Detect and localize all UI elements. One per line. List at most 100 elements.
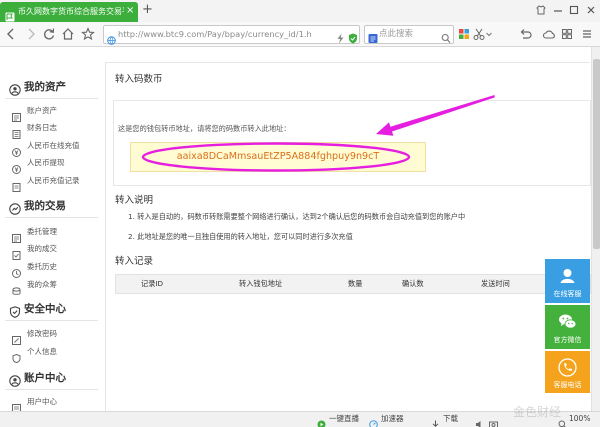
sidebar-item-label: 账户资产 [27, 106, 57, 115]
sidebar-item-label: 财务日志 [27, 123, 57, 132]
deposit-title: 转入码数币 [115, 74, 163, 85]
sidebar-item-personal-info[interactable]: 个人信息 [10, 344, 100, 364]
sidebar-item-label: 我的成交 [27, 244, 57, 253]
download-icon[interactable] [431, 414, 440, 427]
password-icon [12, 330, 21, 345]
accelerator-icon[interactable] [369, 414, 378, 427]
screenshot-icon[interactable] [489, 414, 498, 427]
sidebar-item-order-history[interactable]: 委托历史 [10, 259, 100, 278]
home-icon[interactable] [61, 26, 75, 42]
sidebar-item-label: 人民币提现 [27, 158, 65, 167]
wallet-address[interactable]: aaixa8DCaMmsauEtZP5A884fghpuy9n9cT [131, 151, 425, 163]
live-button[interactable]: 一键直播 [329, 414, 359, 424]
section-title-account: 账户中心 [24, 372, 66, 384]
profile-icon [12, 348, 21, 364]
online-service-button[interactable]: 在线客服 [545, 259, 590, 303]
tab-close-icon[interactable]: × [126, 5, 134, 17]
sidebar-item-cny-deposit[interactable]: 人民币在线充值 [10, 138, 100, 157]
section-divider [5, 389, 98, 390]
accelerator-button[interactable]: 加速器 [381, 414, 404, 424]
cloud-icon[interactable] [542, 26, 556, 42]
sidebar-item-finance-log[interactable]: 财务日志 [10, 120, 100, 139]
grid-icon[interactable] [560, 26, 574, 42]
security-icon[interactable] [348, 29, 358, 44]
scrollbar-thumb[interactable] [593, 59, 600, 249]
deposit-icon [12, 142, 21, 157]
address-url: http://www.btc9.com/Pay/bpay/currency_id… [118, 29, 312, 39]
sidebar-item-user-center[interactable]: 用户中心 [10, 394, 100, 413]
address-bar[interactable]: http://www.btc9.com/Pay/bpay/currency_id… [103, 25, 360, 45]
zoom-level[interactable]: 100% [569, 414, 590, 424]
section-divider [5, 217, 98, 218]
browser-window: 币久网数字货币综合服务交易平 × + http://www.btc9.com/P… [0, 0, 600, 427]
new-tab-button[interactable]: + [142, 3, 153, 17]
sidebar-item-change-password[interactable]: 修改密码 [10, 326, 100, 345]
menu-icon[interactable] [580, 26, 594, 42]
sidebar-item-label: 用户中心 [27, 397, 57, 406]
section-divider [5, 320, 98, 321]
status-bar [0, 411, 600, 427]
refresh-icon[interactable] [42, 26, 56, 42]
scroll-up-icon[interactable] [593, 49, 600, 62]
deal-icon [12, 245, 21, 260]
site-favicon-icon [5, 7, 15, 22]
forward-icon[interactable] [24, 26, 38, 42]
address-hint: 这是您的钱包转币地址，请将您的码数币转入此地址： [118, 124, 291, 133]
section-title-assets: 我的资产 [24, 81, 66, 93]
sidebar-item-order-management[interactable]: 委托管理 [10, 224, 100, 243]
sidebar-item-label: 委托管理 [27, 227, 57, 236]
minimize-icon[interactable] [552, 4, 564, 16]
download-button[interactable]: 下载 [443, 414, 458, 424]
sidebar-item-label: 人民币充值记录 [27, 176, 80, 185]
star-icon[interactable] [81, 26, 95, 42]
column-header-send-time: 发送时间 [481, 279, 510, 288]
globe-icon [107, 30, 116, 45]
sidebar-item-cny-records[interactable]: 人民币充值记录 [10, 173, 100, 192]
sidebar-item-cny-withdraw[interactable]: 人民币提现 [10, 155, 100, 174]
column-header-amount: 数量 [348, 279, 363, 288]
wallet-address-box: aaixa8DCaMmsauEtZP5A884fghpuy9n9cT [130, 142, 426, 172]
search-icon[interactable] [441, 29, 451, 44]
wechat-icon [558, 312, 577, 331]
section-title-security: 安全中心 [24, 303, 66, 315]
withdraw-icon [12, 159, 21, 174]
tab-title: 币久网数字货币综合服务交易平 [18, 7, 124, 16]
search-box[interactable]: 点此搜索 [364, 25, 454, 44]
live-icon[interactable] [317, 414, 326, 427]
sidebar-item-label: 个人信息 [27, 347, 57, 356]
wallet-icon [9, 81, 21, 96]
apps-icon[interactable] [457, 26, 471, 42]
trade-icon [9, 200, 21, 215]
mute-icon[interactable] [475, 414, 484, 427]
record-icon [12, 177, 21, 192]
lightning-icon[interactable] [336, 29, 345, 44]
records-title: 转入记录 [115, 256, 154, 267]
close-window-icon[interactable] [585, 4, 597, 16]
column-header-wallet-address: 转入钱包地址 [239, 279, 283, 288]
column-header-confirmations: 确认数 [402, 279, 424, 288]
sidebar-item-label: 人民币在线充值 [27, 141, 80, 150]
vertical-scrollbar[interactable] [591, 47, 600, 414]
instruction-item: 1. 转入是自动的，码数币转账需要整个网络进行确认，达到2个确认后您的码数币会自… [128, 212, 466, 221]
history-icon [12, 263, 21, 278]
official-wechat-button[interactable]: 官方微信 [545, 305, 590, 349]
crowdfund-icon [12, 281, 21, 295]
undo-icon[interactable] [518, 26, 532, 42]
sidebar-item-my-deals[interactable]: 我的成交 [10, 241, 100, 260]
skin-icon[interactable] [535, 4, 547, 16]
back-icon[interactable] [4, 26, 18, 42]
service-phone-button[interactable]: 客服电话 [545, 351, 590, 393]
phone-icon [558, 358, 577, 377]
sidebar-item-account-assets[interactable]: 账户资产 [10, 103, 100, 122]
service-label: 在线客服 [553, 290, 582, 298]
customer-service-icon [558, 266, 577, 285]
sidebar-item-crowdfunding[interactable]: 我的众筹 [10, 277, 100, 295]
scroll-down-icon[interactable] [593, 401, 600, 414]
search-engine-icon[interactable] [368, 29, 378, 43]
tab-active[interactable]: 币久网数字货币综合服务交易平 × [0, 2, 138, 22]
user-center-icon [12, 398, 21, 413]
dropdown-icon[interactable] [484, 26, 494, 42]
maximize-icon[interactable] [568, 4, 580, 16]
user-icon [9, 372, 21, 387]
search-input[interactable]: 点此搜索 [379, 29, 413, 40]
